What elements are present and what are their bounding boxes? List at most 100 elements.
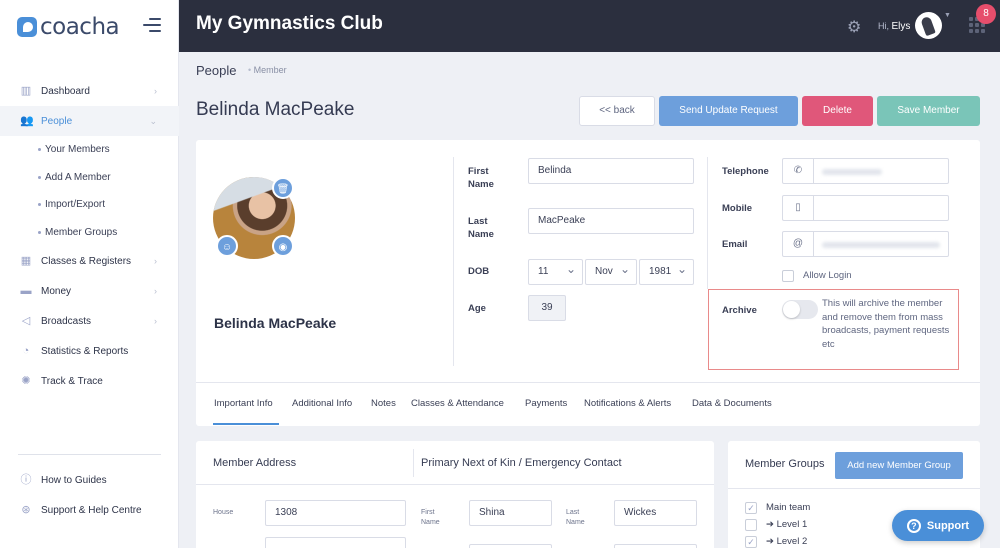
kin-extra-field[interactable]: [614, 544, 697, 548]
tab-classes-attendance[interactable]: Classes & Attendance: [411, 398, 504, 409]
group-checkbox[interactable]: ✓: [745, 502, 757, 514]
menu-toggle-icon[interactable]: [143, 18, 161, 32]
people-icon: 👥: [20, 115, 34, 127]
card-header-divider: [728, 488, 980, 489]
sidebar-item-label: Statistics & Reports: [41, 345, 129, 357]
add-member-group-button[interactable]: Add new Member Group: [835, 452, 963, 479]
breadcrumb-title[interactable]: People: [196, 63, 236, 78]
age-label: Age: [468, 303, 486, 314]
group-checkbox[interactable]: ✓: [745, 536, 757, 548]
age-value: 39: [528, 295, 566, 321]
address-card: Member Address Primary Next of Kin / Eme…: [196, 441, 714, 548]
caret-down-icon[interactable]: ▼: [944, 12, 951, 19]
kin-last-name-label: Last Name: [566, 509, 585, 526]
chevron-down-icon: ⌄: [149, 115, 157, 126]
person-icon[interactable]: ☺: [216, 235, 238, 257]
gear-icon[interactable]: ⚙: [847, 17, 861, 37]
sidebar-item-broadcasts[interactable]: ◁ Broadcasts ›: [0, 306, 179, 336]
money-icon: ▬: [20, 285, 32, 297]
mobile-icon: ▯: [782, 195, 814, 221]
kin-first-name-field[interactable]: Shina: [469, 500, 552, 526]
sidebar-item-statistics[interactable]: ◔ Statistics & Reports: [0, 336, 179, 366]
sidebar-item-label: Support & Help Centre: [41, 504, 142, 516]
archive-description: This will archive the member and remove …: [822, 298, 950, 350]
sidebar-item-track-trace[interactable]: ✺ Track & Trace: [0, 366, 179, 396]
save-member-button[interactable]: Save Member: [877, 96, 980, 126]
address-line-field[interactable]: [265, 537, 406, 548]
sidebar-item-support[interactable]: ⊛ Support & Help Centre: [0, 495, 179, 525]
notification-badge[interactable]: 8: [976, 4, 996, 24]
tab-notifications-alerts[interactable]: Notifications & Alerts: [584, 398, 671, 409]
sidebar-item-classes[interactable]: ▦ Classes & Registers ›: [0, 246, 179, 276]
sidebar-subitem-add-member[interactable]: Add A Member: [0, 164, 179, 192]
chevron-right-icon: ›: [154, 316, 157, 326]
sidebar-item-people[interactable]: 👥 People ⌄: [0, 106, 179, 136]
dob-day-select[interactable]: 11: [528, 257, 583, 285]
sidebar-item-money[interactable]: ▬ Money ›: [0, 276, 179, 306]
archive-label: Archive: [722, 305, 757, 316]
tab-notes[interactable]: Notes: [371, 398, 396, 409]
member-groups-title: Member Groups: [745, 458, 825, 470]
column-divider: [707, 157, 708, 289]
send-update-request-button[interactable]: Send Update Request: [659, 96, 798, 126]
user-greeting[interactable]: Hi, Elys: [878, 21, 910, 32]
kin-extra-field[interactable]: [469, 544, 552, 548]
dob-year-select[interactable]: 1981: [639, 257, 694, 285]
trash-icon[interactable]: 🗑: [272, 177, 294, 199]
support-label: Support: [926, 519, 970, 532]
kin-last-name-field[interactable]: Wickes: [614, 500, 697, 526]
tab-important-info[interactable]: Important Info: [214, 398, 273, 409]
sidebar-item-label: Classes & Registers: [41, 255, 132, 267]
support-button[interactable]: ? Support: [892, 510, 984, 541]
sidebar-item-label: Dashboard: [41, 85, 90, 97]
user-avatar[interactable]: [915, 12, 942, 39]
sidebar-item-guides[interactable]: ⓘ How to Guides: [0, 465, 179, 495]
at-sign-icon: @: [782, 231, 814, 257]
breadcrumb-current: Member: [248, 65, 287, 75]
sidebar-subitem-import-export[interactable]: Import/Export: [0, 191, 179, 219]
first-name-label: First Name: [468, 166, 494, 190]
dob-month-select[interactable]: Nov: [585, 257, 637, 285]
calendar-icon: ▦: [20, 255, 32, 267]
phone-icon: ✆: [782, 158, 814, 184]
back-button[interactable]: << back: [579, 96, 655, 126]
kin-first-name-label: First Name: [421, 509, 440, 526]
group-item: Main team: [766, 502, 811, 513]
sidebar: coacha ▥ Dashboard › 👥 People ⌄ Your Mem…: [0, 0, 179, 548]
sidebar-subitem-your-members[interactable]: Your Members: [0, 136, 179, 164]
member-address-title: Member Address: [213, 457, 297, 469]
camera-icon[interactable]: ◉: [272, 235, 294, 257]
allow-login-checkbox[interactable]: [782, 270, 794, 282]
house-field[interactable]: 1308: [265, 500, 406, 526]
group-item: ➔ Level 2: [766, 536, 808, 547]
tab-additional-info[interactable]: Additional Info: [292, 398, 352, 409]
brand-logo[interactable]: coacha: [17, 14, 120, 40]
group-checkbox[interactable]: [745, 519, 757, 531]
last-name-label: Last Name: [468, 216, 494, 240]
email-field[interactable]: [814, 231, 949, 257]
active-tab-indicator: [213, 423, 279, 425]
first-name-field[interactable]: Belinda: [528, 158, 694, 184]
sidebar-item-dashboard[interactable]: ▥ Dashboard ›: [0, 76, 179, 106]
delete-button[interactable]: Delete: [802, 96, 873, 126]
section-divider: [413, 449, 414, 477]
sidebar-item-label: Money: [41, 285, 72, 297]
sidebar-subitem-member-groups[interactable]: Member Groups: [0, 219, 179, 247]
chevron-right-icon: ›: [154, 86, 157, 96]
archive-toggle[interactable]: [782, 300, 818, 319]
user-name: Elys: [891, 21, 911, 32]
mobile-field[interactable]: [814, 195, 949, 221]
tab-data-documents[interactable]: Data & Documents: [692, 398, 772, 409]
chevron-right-icon: ›: [154, 286, 157, 296]
sidebar-item-label: People: [41, 115, 73, 127]
telephone-field[interactable]: [814, 158, 949, 184]
mobile-label: Mobile: [722, 203, 753, 214]
lifebuoy-icon: ⊛: [21, 504, 31, 516]
last-name-field[interactable]: MacPeake: [528, 208, 694, 234]
virus-icon: ✺: [21, 375, 31, 387]
tab-payments[interactable]: Payments: [525, 398, 567, 409]
dob-label: DOB: [468, 266, 490, 277]
email-label: Email: [722, 239, 748, 250]
chart-icon: ▥: [20, 85, 32, 97]
profile-card: 🗑 ☺ ◉ Belinda MacPeake First Name Belind…: [196, 140, 980, 426]
